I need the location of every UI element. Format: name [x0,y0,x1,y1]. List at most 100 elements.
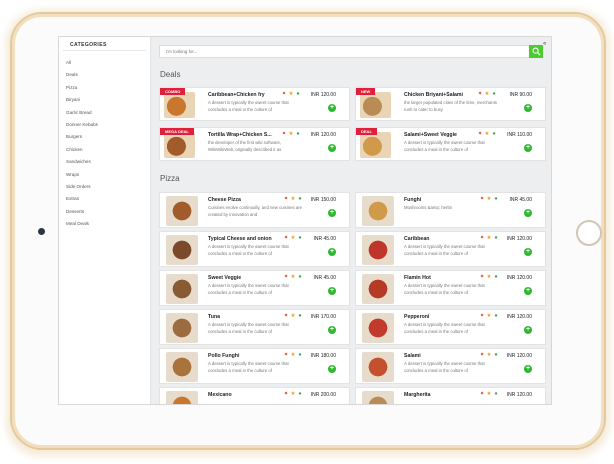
deal-card[interactable]: COMBO Caribbean+Chicken fry ✦ ★ ● INR 120.00 A… [159,87,350,121]
menu-item-card[interactable]: Mexicano ✦★● INR 200.00 + [159,387,350,405]
star-icon: ★ [486,352,492,358]
sidebar-item-burgers[interactable]: Burgers [59,131,150,143]
add-to-cart-button[interactable]: + [328,287,336,295]
add-to-cart-button[interactable]: + [328,365,336,373]
add-to-cart-button[interactable]: + [524,248,532,256]
sidebar-item-chicken[interactable]: Chicken [59,144,150,156]
menu-item-card[interactable]: Tuna ✦ ★ ● INR 170.00 A dessert is typically … [159,309,350,345]
star-icon: ★ [484,91,490,97]
leaf-icon: ● [492,131,496,137]
item-description: A dessert is typically the sweet course … [208,283,289,295]
camera-icon [38,228,45,235]
sidebar-item-sandwiches[interactable]: Sandwiches [59,156,150,168]
add-to-cart-button[interactable]: + [328,404,336,405]
leaf-icon: ● [296,91,300,97]
deal-ribbon: DEAL [356,128,377,135]
menu-item-card[interactable]: Salami ✦ ★ ● INR 120.00 A dessert is typicall… [355,348,546,384]
sidebar-item-pizza[interactable]: Pizza [59,82,150,94]
food-image [362,196,394,226]
star-icon: ★ [290,313,296,319]
item-tags: ✦ ★ ● [283,274,303,280]
food-image [362,313,394,343]
leaf-icon: ● [298,352,302,358]
menu-item-card[interactable]: Sweet Veggie ✦ ★ ● INR 45.00 A dessert is typ… [159,270,350,306]
menu-item-card[interactable]: Pollo Funghi ✦ ★ ● INR 180.00 A dessert is ty… [159,348,350,384]
item-description: A dessert is typically the sweet course … [404,322,485,334]
sidebar-item-donner-kebabs[interactable]: Donner Kebabs [59,119,150,131]
item-price: INR 45.00 [509,197,532,203]
menu-item-card[interactable]: Caribbean ✦ ★ ● INR 120.00 A dessert is typic… [355,231,546,267]
categories-sidebar: CATEGORIES All Deals Pizza Biryani Garlic Br… [59,37,151,404]
chili-icon: ✦ [479,274,485,280]
menu-item-card[interactable]: Cheese Pizza ✦ ★ ● INR 150.00 Cuisines evolve… [159,192,350,228]
chili-icon: ✦ [283,391,289,397]
collapse-icon[interactable]: « [543,41,546,47]
deal-ribbon: MEGA DEAL [160,128,194,135]
item-description: A dessert is typically the sweet course … [208,244,289,256]
section-title-deals: Deals [160,70,181,79]
menu-item-card[interactable]: Funghi ✦ ★ ● INR 45.00 Mushrooms &amp; herbs + [355,192,546,228]
chili-icon: ✦ [281,91,287,97]
sidebar-item-deals[interactable]: Deals [59,69,150,81]
food-image [166,196,198,226]
item-description: A dessert is typically the sweet course … [404,140,485,152]
deal-card[interactable]: MEGA DEAL Tortilla Wrap+Chicken S... ✦ ★ ● IN… [159,127,350,161]
add-to-cart-button[interactable]: + [328,104,336,112]
sidebar-item-extras[interactable]: Extras [59,193,150,205]
star-icon: ★ [288,131,294,137]
item-description: A dessert is typically the sweet course … [208,361,289,373]
item-price: INR 150.00 [310,197,336,203]
add-to-cart-button[interactable]: + [328,248,336,256]
item-description: Cuisines evolve continually, and new cui… [208,205,303,217]
add-to-cart-button[interactable]: + [524,326,532,334]
menu-item-card[interactable]: Pepperoni ✦ ★ ● INR 120.00 A dessert is typic… [355,309,546,345]
star-icon: ★ [290,352,296,358]
add-to-cart-button[interactable]: + [524,104,532,112]
add-to-cart-button[interactable]: + [524,209,532,217]
chili-icon: ✦ [283,235,289,241]
leaf-icon: ● [298,391,302,397]
chili-icon: ✦ [283,313,289,319]
sidebar-item-side-orders[interactable]: Side Orders [59,181,150,193]
chili-icon: ✦ [477,131,483,137]
item-tags: ✦ ★ ● [283,352,303,358]
add-to-cart-button[interactable]: + [524,365,532,373]
add-to-cart-button[interactable]: + [328,144,336,152]
leaf-icon: ● [494,196,498,202]
star-icon: ★ [486,313,492,319]
search-input[interactable] [159,45,532,58]
item-tags: ✦ ★ ● [479,313,499,319]
item-name: Sweet Veggie [208,275,242,281]
sidebar-item-garlic-bread[interactable]: Garlic Bread [59,107,150,119]
sidebar-item-meal-deals[interactable]: Meal Deals [59,218,150,230]
add-to-cart-button[interactable]: + [524,144,532,152]
food-image [164,132,195,158]
home-button[interactable] [576,220,602,246]
add-to-cart-button[interactable]: + [328,326,336,334]
add-to-cart-button[interactable]: + [524,287,532,295]
item-name: Tortilla Wrap+Chicken S... [208,132,272,138]
deal-card[interactable]: NEW Chicken Briyani+Salami ✦ ★ ● INR 90.00 the… [355,87,546,121]
food-image [362,235,394,265]
add-to-cart-button[interactable]: + [328,209,336,217]
food-image [164,92,195,118]
sidebar-item-all[interactable]: All [59,57,150,69]
menu-item-card[interactable]: Margherita ✦★● INR 120.00 + [355,387,546,405]
item-name: Caribbean+Chicken fry [208,92,265,98]
deal-card[interactable]: DEAL Salami+Sweet Veggie ✦ ★ ● INR 110.00 A de… [355,127,546,161]
item-name: Flamin Hot [404,275,431,281]
item-name: Mexicano [208,392,232,398]
sidebar-item-desserts[interactable]: Desserts [59,206,150,218]
chili-icon: ✦ [479,352,485,358]
item-description: Mushrooms &amp; herbs [404,205,453,210]
item-tags: ✦ ★ ● [283,313,303,319]
add-to-cart-button[interactable]: + [524,404,532,405]
search-button[interactable] [529,45,543,58]
leaf-icon: ● [494,274,498,280]
sidebar-item-wraps[interactable]: Wraps [59,169,150,181]
star-icon: ★ [484,131,490,137]
menu-item-card[interactable]: Flamin Hot ✦ ★ ● INR 120.00 A dessert is typi… [355,270,546,306]
sidebar-item-biryani[interactable]: Biryani [59,94,150,106]
menu-item-card[interactable]: Typical Cheese and onion ✦ ★ ● INR 45.00 A de… [159,231,350,267]
item-price: INR 170.00 [310,314,336,320]
